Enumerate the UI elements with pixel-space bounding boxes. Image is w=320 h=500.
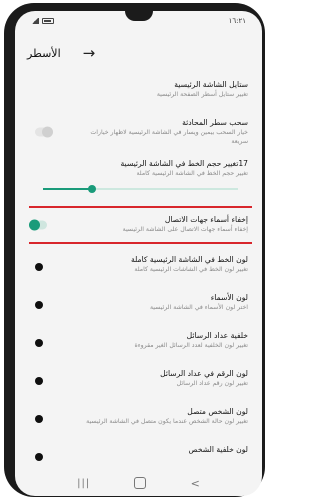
slider-thumb[interactable] (87, 185, 96, 193)
arrow-icon[interactable]: → (83, 44, 96, 62)
settings-item-subtitle: تغيير حجم الخط في الشاشة الرئيسية كاملة (136, 170, 248, 177)
settings-item-subtitle: تغيير ستايل أسطر الصفحة الرئيسية (156, 91, 248, 98)
phone-frame: ١٦:٢١ → الأسطر ستايل الشاشة الرئيسية تغيي… (4, 3, 265, 497)
page-title: الأسطر (27, 46, 61, 60)
status-time: ١٦:٢١ (228, 17, 246, 25)
settings-item[interactable]: لون الخط في الشاشة الرئيسية كاملة تغيير ل… (29, 248, 252, 286)
status-bar: ١٦:٢١ (15, 11, 262, 31)
settings-item[interactable]: ستايل الشاشة الرئيسية تغيير ستايل أسطر ال… (29, 73, 252, 111)
settings-item-title: لون الأسماء (210, 293, 248, 302)
color-swatch[interactable] (35, 453, 43, 461)
toggle-knob (42, 126, 53, 137)
settings-item-title: إخفاء أسماء جهات الاتصال (164, 215, 248, 224)
settings-item[interactable]: إخفاء أسماء جهات الاتصال إخفاء أسماء جهات… (29, 206, 252, 244)
settings-item-subtitle: تغيير لون رقم عداد الرسائل (176, 380, 248, 387)
toggle-switch[interactable] (35, 126, 53, 137)
settings-item-subtitle: إخفاء أسماء جهات الاتصال على الشاشة الرئ… (122, 226, 248, 233)
color-swatch[interactable] (35, 415, 43, 423)
settings-item[interactable]: 17تغيير حجم الخط في الشاشة الرئيسية تغيير… (29, 152, 252, 202)
settings-item-title: لون الرقم في عداد الرسائل (160, 369, 248, 378)
settings-item[interactable]: خلفية عداد الرسائل تغيير لون الخلفية لعدد… (29, 324, 252, 362)
recent-apps-icon[interactable]: ||| (77, 478, 90, 489)
slider-fill (43, 188, 92, 190)
settings-item[interactable]: لون الرقم في عداد الرسائل تغيير لون رقم ع… (29, 362, 252, 400)
status-icons (31, 18, 54, 24)
settings-item[interactable]: سحب سطر المحادثة خيار السحب بيمين ويسار ف… (29, 111, 252, 152)
color-swatch[interactable] (35, 263, 43, 271)
signal-icon (31, 18, 39, 24)
settings-item-subtitle: تغيير لون حالة الشخص عندما يكون متصل في … (86, 418, 248, 425)
settings-item-title: لون خلفية الشخص (188, 445, 248, 454)
settings-list: ستايل الشاشة الرئيسية تغيير ستايل أسطر ال… (29, 73, 252, 466)
back-icon[interactable]: < (191, 477, 200, 490)
settings-item-subtitle: تغيير لون الخلفية لعدد الرسائل الغير مقر… (134, 342, 248, 349)
font-size-slider[interactable] (33, 182, 248, 196)
settings-item-title: سحب سطر المحادثة (182, 118, 248, 127)
app-bar: → الأسطر (15, 37, 262, 69)
settings-item[interactable]: لون الشخص متصل تغيير لون حالة الشخص عندما… (29, 400, 252, 438)
settings-item-subtitle: خيار السحب بيمين ويسار في الشاشة الرئيسي… (90, 129, 248, 145)
settings-item-title: خلفية عداد الرسائل (186, 331, 248, 340)
settings-item-title: 17تغيير حجم الخط في الشاشة الرئيسية (120, 159, 248, 168)
color-swatch[interactable] (35, 301, 43, 309)
home-icon[interactable] (134, 477, 147, 489)
settings-item-subtitle: تغيير لون الخط في الشاشات الرئيسية كاملة (134, 266, 248, 273)
settings-item-title: لون الخط في الشاشة الرئيسية كاملة (130, 255, 248, 264)
color-swatch[interactable] (35, 339, 43, 347)
settings-item-title: لون الشخص متصل (187, 407, 248, 416)
settings-item[interactable]: لون خلفية الشخص (29, 438, 252, 466)
settings-item-subtitle: اختر لون الأسماء في الشاشة الرئيسية (149, 304, 248, 311)
toggle-knob (29, 219, 40, 231)
color-swatch[interactable] (35, 377, 43, 385)
settings-item-title: ستايل الشاشة الرئيسية (174, 80, 248, 89)
navigation-bar: ||| < (15, 470, 262, 496)
settings-item[interactable]: لون الأسماء اختر لون الأسماء في الشاشة ال… (29, 286, 252, 324)
battery-icon (42, 18, 54, 24)
toggle-switch[interactable] (29, 219, 47, 231)
screen: ١٦:٢١ → الأسطر ستايل الشاشة الرئيسية تغيي… (15, 11, 262, 496)
